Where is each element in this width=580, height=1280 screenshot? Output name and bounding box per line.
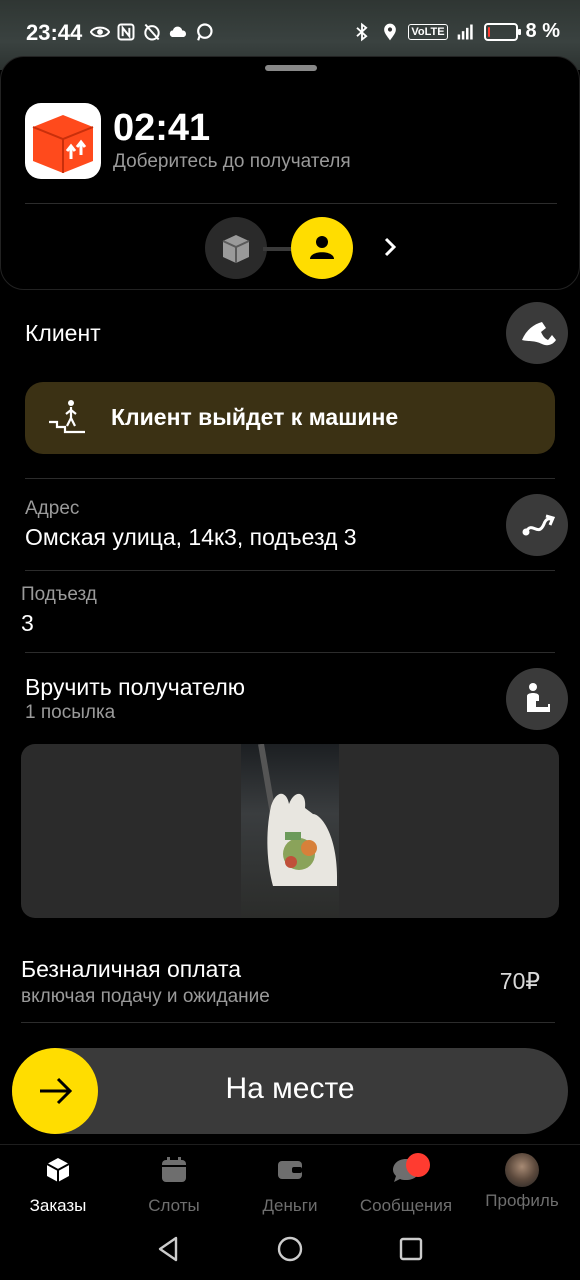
divider — [25, 478, 555, 479]
call-button[interactable] — [506, 302, 568, 364]
tab-profile[interactable]: Профиль — [464, 1153, 580, 1211]
arrow-right-icon — [40, 1077, 73, 1105]
route-steps[interactable] — [1, 217, 580, 281]
package-icon — [222, 235, 250, 263]
client-label: Клиент — [25, 320, 101, 346]
tab-label: Слоты — [148, 1196, 200, 1215]
step-pickup[interactable] — [205, 217, 267, 279]
tab-orders[interactable]: Заказы — [0, 1155, 116, 1216]
location-icon — [384, 23, 397, 40]
bottom-tab-bar: Заказы Слоты Деньги Сообщения Профиль — [0, 1144, 580, 1220]
address-value[interactable]: Омская улица, 14к3, подъезд 3 — [25, 524, 357, 551]
tab-slots[interactable]: Слоты — [116, 1155, 232, 1216]
chevron-right-icon[interactable] — [377, 234, 403, 260]
arrived-slider[interactable]: На месте — [12, 1048, 568, 1134]
message-circle-icon — [197, 23, 213, 41]
battery-icon — [483, 22, 521, 41]
divider — [25, 570, 555, 571]
tab-label: Профиль — [485, 1191, 559, 1210]
divider — [21, 1022, 555, 1023]
nfc-icon — [117, 23, 135, 41]
system-icons: VoLTE 8 % — [352, 20, 560, 43]
divider — [25, 652, 555, 653]
route-instruction: Доберитесь до получателя — [113, 151, 351, 172]
tab-label: Деньги — [262, 1196, 318, 1215]
parcel-count: 1 посылка — [25, 702, 116, 723]
parcel-photo-container[interactable] — [21, 744, 559, 918]
recents-icon[interactable] — [396, 1234, 426, 1264]
orders-icon — [46, 1158, 70, 1182]
battery-percent: 8 % — [525, 20, 560, 42]
calendar-icon — [162, 1157, 186, 1182]
address-label: Адрес — [25, 498, 80, 519]
home-icon[interactable] — [275, 1234, 305, 1264]
handover-title: Вручить получателю — [25, 674, 246, 700]
avatar — [505, 1153, 539, 1187]
volte-badge: VoLTE — [408, 23, 448, 40]
bluetooth-icon — [356, 22, 368, 41]
wallet-icon — [278, 1161, 302, 1179]
status-time: 23:44 — [26, 20, 83, 45]
payment-note: включая подачу и ожидание — [21, 986, 270, 1007]
system-nav-bar — [0, 1220, 580, 1280]
slider-knob[interactable] — [12, 1048, 98, 1134]
tab-label: Заказы — [29, 1196, 87, 1215]
route-icon — [522, 514, 556, 536]
unread-badge — [406, 1153, 430, 1177]
tab-messages[interactable]: Сообщения — [348, 1153, 464, 1216]
phone-icon — [522, 322, 556, 346]
step-recipient[interactable] — [291, 217, 353, 279]
banner-text: Клиент выйдет к машине — [111, 404, 399, 430]
parcel-photo[interactable] — [241, 744, 339, 918]
route-button[interactable] — [506, 494, 568, 556]
signal-icon — [457, 24, 473, 39]
client-comes-out-banner: Клиент выйдет к машине — [25, 382, 555, 454]
person-icon — [310, 236, 334, 259]
app-logo — [25, 103, 101, 179]
tab-money[interactable]: Деньги — [232, 1155, 348, 1216]
notification-icons — [90, 22, 214, 42]
drag-handle[interactable] — [265, 65, 317, 71]
payment-card: Безналичная оплата включая подачу и ожид… — [0, 938, 580, 1144]
alarm-off-icon — [144, 23, 160, 41]
order-details-card: Клиент Клиент выйдет к машине Адрес Омск… — [0, 296, 580, 932]
order-header-card[interactable]: 02:41 Доберитесь до получателя — [0, 56, 580, 290]
payment-amount: 70₽ — [499, 968, 540, 994]
entrance-label: Подъезд — [21, 584, 97, 605]
tab-label: Сообщения — [359, 1196, 453, 1215]
handover-button[interactable] — [506, 668, 568, 730]
eye-icon — [90, 26, 110, 38]
entrance-value: 3 — [21, 610, 34, 636]
divider — [25, 203, 557, 204]
back-icon[interactable] — [154, 1234, 184, 1264]
payment-type: Безналичная оплата — [21, 956, 242, 982]
person-handover-icon — [527, 683, 550, 712]
walking-stairs-icon — [49, 400, 85, 434]
countdown-timer: 02:41 — [113, 107, 211, 149]
cloud-chat-icon — [169, 26, 187, 37]
